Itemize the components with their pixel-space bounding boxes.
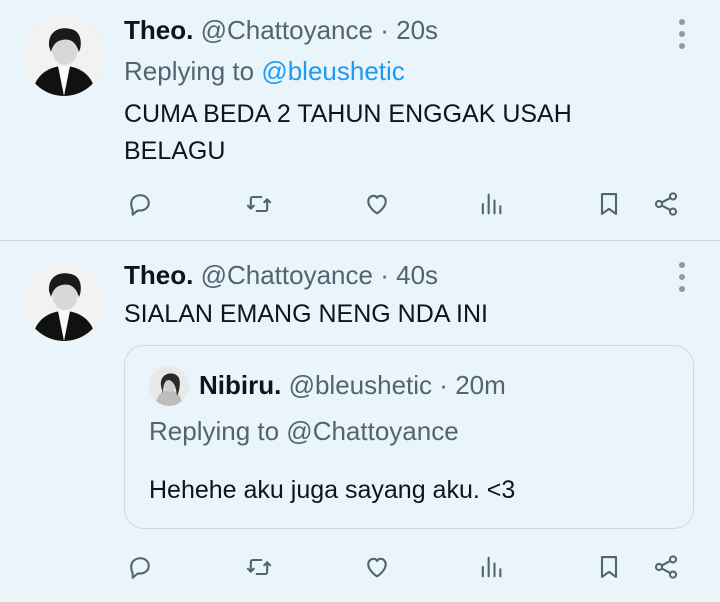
tweet-header: Theo. @Chattoyance · 20s: [124, 15, 438, 45]
user-handle[interactable]: @Chattoyance: [201, 260, 373, 290]
tweet-text: CUMA BEDA 2 TAHUN ENGGAK USAH BELAGU: [124, 100, 572, 165]
avatar[interactable]: [24, 16, 104, 96]
quoted-text: Hehehe aku juga sayang aku. <3: [149, 476, 516, 504]
heart-icon: [367, 194, 387, 215]
separator: ·: [380, 15, 389, 45]
user-handle[interactable]: @Chattoyance: [201, 15, 373, 45]
views-button[interactable]: [471, 547, 511, 587]
tweet-1[interactable]: Theo. @Chattoyance · 20s Replying to @bl…: [0, 0, 720, 241]
quoted-replying-to: Replying to @Chattoyance: [149, 416, 459, 446]
share-icon: [654, 192, 678, 216]
more-vertical-icon[interactable]: [678, 262, 686, 292]
bookmark-icon: [600, 556, 618, 578]
separator: ·: [439, 370, 448, 400]
retweet-button[interactable]: [239, 547, 279, 587]
tweet-text: SIALAN EMANG NENG NDA INI: [124, 300, 488, 328]
action-bar: [120, 184, 690, 224]
reply-icon: [130, 557, 150, 579]
action-bar: [120, 547, 690, 587]
like-button[interactable]: [357, 184, 397, 224]
bookmark-icon: [600, 193, 618, 215]
reply-button[interactable]: [120, 184, 160, 224]
views-button[interactable]: [471, 184, 511, 224]
tweet-2[interactable]: Theo. @Chattoyance · 40s SIALAN EMANG NE…: [0, 241, 720, 602]
quoted-avatar[interactable]: [149, 366, 189, 406]
avatar[interactable]: [24, 261, 104, 341]
share-icon: [654, 555, 678, 579]
quoted-display-name[interactable]: Nibiru.: [199, 370, 281, 400]
more-vertical-icon[interactable]: [678, 19, 686, 49]
quoted-timestamp[interactable]: 20m: [455, 370, 506, 400]
quoted-header: Nibiru. @bleushetic · 20m: [199, 370, 506, 401]
quoted-tweet[interactable]: Nibiru. @bleushetic · 20m Replying to @C…: [124, 345, 694, 529]
views-icon: [481, 193, 502, 215]
share-button[interactable]: [646, 184, 686, 224]
quoted-user-handle[interactable]: @bleushetic: [289, 370, 432, 400]
replying-prefix: Replying to: [124, 56, 255, 86]
views-icon: [481, 556, 502, 578]
reply-icon: [130, 194, 150, 216]
display-name[interactable]: Theo.: [124, 260, 193, 290]
bookmark-button[interactable]: [589, 547, 629, 587]
bookmark-button[interactable]: [589, 184, 629, 224]
heart-icon: [367, 557, 387, 578]
reply-button[interactable]: [120, 547, 160, 587]
separator: ·: [380, 260, 389, 290]
retweet-button[interactable]: [239, 184, 279, 224]
timestamp[interactable]: 40s: [396, 260, 438, 290]
retweet-icon: [246, 558, 272, 576]
mention-link[interactable]: @bleushetic: [261, 56, 404, 86]
timestamp[interactable]: 20s: [396, 15, 438, 45]
display-name[interactable]: Theo.: [124, 15, 193, 45]
replying-to: Replying to @bleushetic: [124, 56, 405, 87]
retweet-icon: [246, 195, 272, 213]
like-button[interactable]: [357, 547, 397, 587]
tweet-header: Theo. @Chattoyance · 40s: [124, 260, 438, 290]
share-button[interactable]: [646, 547, 686, 587]
